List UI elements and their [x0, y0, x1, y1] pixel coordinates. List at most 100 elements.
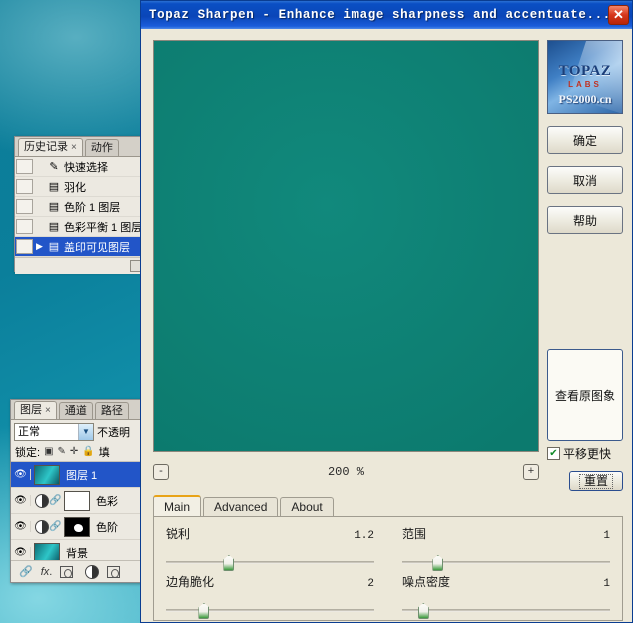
layers-toolbar: 🔗 fx. [11, 560, 149, 582]
image-preview-area[interactable] [153, 40, 539, 452]
table-row[interactable]: 👁 图层 1 [11, 462, 149, 488]
pan-faster-row: ✔ 平移更快 [547, 445, 611, 462]
list-item[interactable]: ▤ 色彩平衡 1 图层 [15, 217, 145, 237]
eye-icon[interactable]: 👁 [11, 469, 31, 480]
main-tab-content: 锐利 1.2 范围 1 [153, 516, 623, 621]
slider-thumb[interactable] [418, 603, 429, 619]
right-button-column: TOPAZ LABS PS2000.cn 确定 取消 帮助 [547, 40, 623, 234]
reset-button[interactable]: 重置 [569, 471, 623, 491]
close-icon[interactable]: × [45, 405, 51, 416]
close-icon[interactable]: × [71, 142, 77, 153]
layer-name: 色彩 [93, 493, 118, 509]
slider-track[interactable] [166, 603, 374, 617]
list-item[interactable]: ▶ ▤ 盖印可见图层 [15, 237, 145, 257]
slider-header: 范围 1 [402, 525, 610, 542]
eye-icon[interactable]: 👁 [11, 495, 31, 506]
slider-thumb[interactable] [223, 555, 234, 571]
window-body: - 200 % + Main Advanced About 锐利 1.2 [141, 29, 632, 623]
tab-layers[interactable]: 图层× [14, 401, 57, 419]
opacity-label: 不透明 [97, 424, 130, 440]
tab-about[interactable]: About [280, 497, 333, 517]
slider-thumb[interactable] [198, 603, 209, 619]
new-group-icon[interactable] [107, 566, 120, 578]
slider-grid: 锐利 1.2 范围 1 [160, 525, 616, 617]
layer-name: 色阶 [93, 519, 118, 535]
slider-track[interactable] [166, 555, 374, 569]
link-icon[interactable]: 🔗 [49, 521, 61, 532]
eye-icon[interactable]: 👁 [11, 521, 31, 532]
layers-list: 👁 图层 1 👁 🔗 色彩 👁 🔗 色阶 👁 背景 [11, 462, 149, 566]
layer-thumbnail[interactable] [34, 465, 60, 485]
list-item[interactable]: ▤ 羽化 [15, 177, 145, 197]
pan-faster-checkbox[interactable]: ✔ [547, 447, 560, 460]
history-checkbox[interactable] [16, 179, 33, 194]
history-checkbox[interactable] [16, 239, 33, 254]
layers-panel: 图层× 通道 路径 正常 ▼ 不透明 锁定: ▣ ✎ ✛ 🔒 填 [10, 399, 150, 583]
layer-name: 背景 [63, 545, 88, 561]
tab-main[interactable]: Main [153, 495, 201, 517]
table-row[interactable]: 👁 🔗 色彩 [11, 488, 149, 514]
window-title: Topaz Sharpen - Enhance image sharpness … [149, 8, 608, 22]
adjustment-icon[interactable] [35, 520, 49, 534]
move-lock-icon[interactable]: ✛ [70, 446, 78, 457]
slider-track[interactable] [402, 555, 610, 569]
fill-label: 填 [99, 444, 110, 460]
tab-actions[interactable]: 动作 [85, 139, 119, 156]
logo-watermark-text: PS2000.cn [548, 92, 622, 107]
transparency-lock-icon[interactable]: ▣ [44, 446, 53, 457]
slider-header: 锐利 1.2 [166, 525, 374, 542]
ok-button[interactable]: 确定 [547, 126, 623, 154]
slider-value: 1 [603, 530, 610, 542]
close-icon[interactable]: ✕ [608, 5, 629, 25]
zoom-out-button[interactable]: - [153, 464, 169, 480]
slider-value: 1 [603, 578, 610, 590]
list-item-label: 色阶 1 图层 [64, 199, 120, 215]
settings-tab-strip: Main Advanced About [153, 495, 623, 517]
tab-history[interactable]: 历史记录× [18, 138, 83, 156]
link-icon[interactable]: 🔗 [19, 565, 33, 578]
tab-paths[interactable]: 路径 [95, 402, 129, 419]
tab-advanced[interactable]: Advanced [203, 497, 278, 517]
cancel-button[interactable]: 取消 [547, 166, 623, 194]
layer-mask-thumbnail[interactable] [64, 517, 90, 537]
table-row[interactable]: 👁 🔗 色阶 [11, 514, 149, 540]
adjustment-icon[interactable] [35, 494, 49, 508]
history-checkbox[interactable] [16, 199, 33, 214]
tab-layers-label: 图层 [20, 404, 42, 416]
zoom-in-button[interactable]: + [523, 464, 539, 480]
slider-track[interactable] [402, 603, 610, 617]
list-item-label: 快速选择 [64, 159, 108, 175]
blend-mode-value: 正常 [18, 424, 40, 440]
blend-mode-select[interactable]: 正常 ▼ [14, 423, 94, 441]
all-lock-icon[interactable]: 🔒 [82, 446, 94, 457]
tab-channels[interactable]: 通道 [59, 402, 93, 419]
help-button[interactable]: 帮助 [547, 206, 623, 234]
add-mask-icon[interactable] [60, 566, 73, 578]
brush-lock-icon[interactable]: ✎ [58, 446, 66, 457]
slider-noise-density: 噪点密度 1 [396, 573, 616, 617]
chevron-down-icon[interactable]: ▼ [78, 424, 93, 440]
fx-icon[interactable]: fx. [41, 566, 53, 578]
logo-labs-text: LABS [548, 80, 622, 89]
slider-radius: 范围 1 [396, 525, 616, 569]
history-checkbox[interactable] [16, 159, 33, 174]
layer-mask-thumbnail[interactable] [64, 491, 90, 511]
history-panel: 历史记录× 动作 ✎ 快速选择 ▤ 羽化 ▤ 色 [14, 136, 146, 272]
list-item-label: 色彩平衡 1 图层 [64, 219, 142, 235]
layer-name: 图层 1 [63, 467, 97, 483]
link-icon[interactable]: 🔗 [49, 495, 61, 506]
view-original-button[interactable]: 查看原图象 [547, 349, 623, 441]
list-item[interactable]: ▤ 色阶 1 图层 [15, 197, 145, 217]
slider-value: 1.2 [354, 530, 374, 542]
tab-paths-label: 路径 [101, 405, 123, 417]
slider-thumb[interactable] [432, 555, 443, 571]
preview-image[interactable] [154, 41, 538, 451]
slider-header: 边角脆化 2 [166, 573, 374, 590]
list-item[interactable]: ✎ 快速选择 [15, 157, 145, 177]
brush-icon: ✎ [44, 160, 64, 173]
adjustment-icon[interactable] [85, 565, 99, 579]
eye-icon[interactable]: 👁 [11, 547, 31, 558]
tab-history-label: 历史记录 [24, 141, 68, 153]
history-checkbox[interactable] [16, 219, 33, 234]
window-title-bar[interactable]: Topaz Sharpen - Enhance image sharpness … [141, 1, 632, 29]
